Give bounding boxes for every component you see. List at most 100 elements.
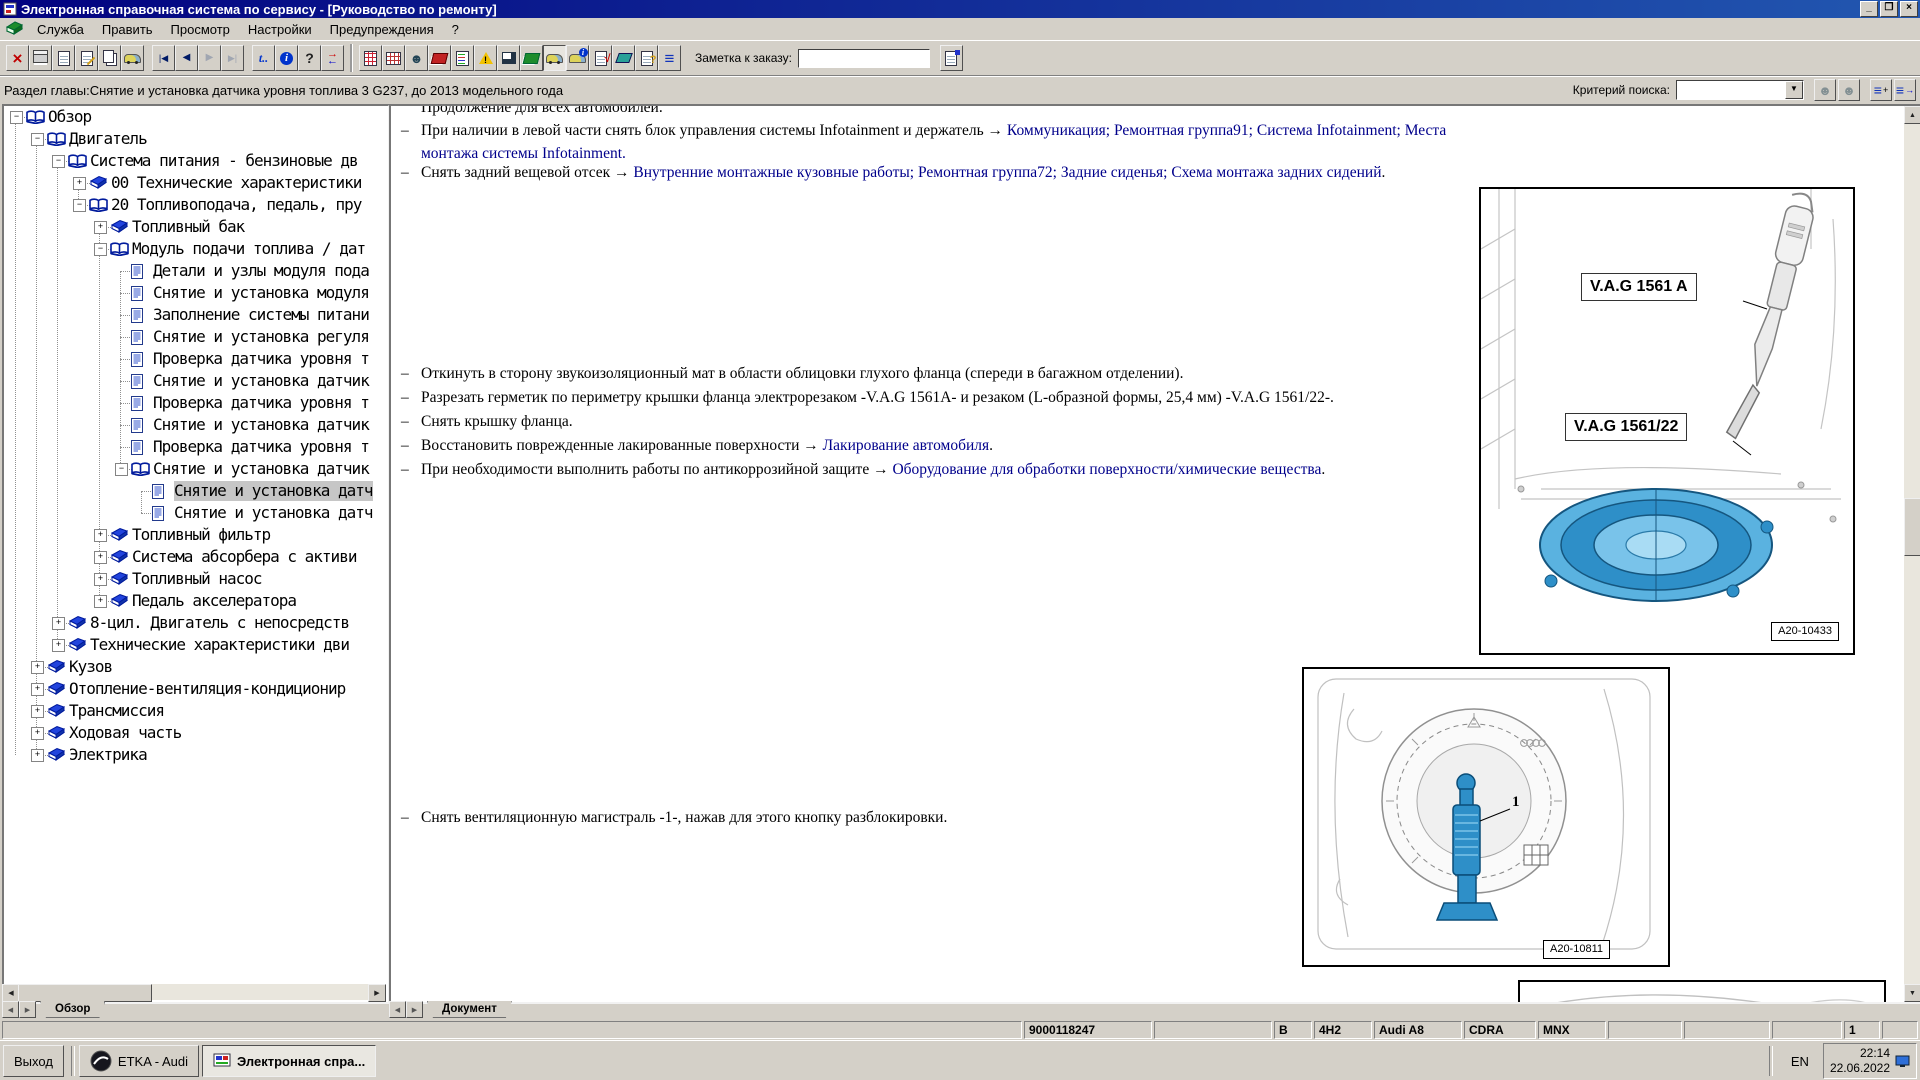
tree-item-label[interactable]: Двигатель — [69, 129, 147, 149]
taskbar-etka-button[interactable]: ETKA - Audi — [79, 1045, 199, 1077]
exit-document-button[interactable] — [6, 45, 29, 71]
last-page-button[interactable] — [221, 45, 244, 71]
doc-tab-scroll-left-icon[interactable]: ◀ — [389, 1001, 406, 1018]
language-indicator[interactable]: EN — [1785, 1054, 1815, 1069]
tree-scroll-thumb[interactable] — [18, 984, 152, 1002]
restore-button[interactable]: ❐ — [1880, 1, 1898, 17]
tree-item-label[interactable]: Ходовая часть — [69, 723, 181, 743]
text-lines-button[interactable] — [658, 45, 681, 71]
previous-page-button[interactable] — [175, 45, 198, 71]
menu-настройки[interactable]: Настройки — [239, 20, 321, 39]
menu-служба[interactable]: Служба — [28, 20, 93, 39]
doc-link[interactable]: монтажа системы Infotainment. — [421, 145, 626, 162]
tree-item-label[interactable]: Система питания - бензиновые дв — [90, 151, 358, 171]
find-person-button[interactable] — [1814, 79, 1836, 101]
expand-icon[interactable]: + — [94, 573, 107, 586]
tree-item-label[interactable]: Снятие и установка датч — [174, 503, 373, 523]
first-page-button[interactable] — [152, 45, 175, 71]
tree-item-label[interactable]: Кузов — [69, 657, 112, 677]
doc-link[interactable]: Внутренние монтажные кузовные работы; Ре… — [633, 164, 1381, 181]
warnings-button[interactable] — [474, 45, 497, 71]
tree-item-label[interactable]: Заполнение системы питани — [153, 305, 369, 325]
tree-item-label[interactable]: Детали и узлы модуля пода — [153, 261, 369, 281]
tree-item-label[interactable]: 20 Топливоподача, педаль, пру — [111, 195, 361, 215]
tree-item-label[interactable]: Электрика — [69, 745, 147, 765]
tree-item-label[interactable]: Система абсорбера с активи — [132, 547, 356, 567]
manuals-button[interactable] — [520, 45, 543, 71]
tree-item-label[interactable]: Технические характеристики дви — [90, 635, 349, 655]
vehicle-data-button[interactable] — [121, 45, 144, 71]
expand-icon[interactable]: + — [31, 749, 44, 762]
tree-item-label[interactable]: Проверка датчика уровня т — [153, 437, 369, 457]
edit-document-button[interactable] — [75, 45, 98, 71]
exit-button[interactable]: Выход — [3, 1045, 64, 1077]
doc-link[interactable]: Коммуникация; Ремонтная группа91; Систем… — [1007, 122, 1446, 139]
tab-scroll-left-icon[interactable]: ◀ — [2, 1001, 19, 1018]
vehicle-view-button[interactable] — [543, 45, 566, 71]
tree-item-label[interactable]: 00 Технические характеристики — [111, 173, 361, 193]
component-locations-button[interactable] — [382, 45, 405, 71]
tab-document[interactable]: Документ — [427, 1001, 512, 1018]
chevron-down-icon[interactable]: ▼ — [1785, 81, 1803, 99]
minimize-button[interactable]: _ — [1860, 1, 1878, 17]
tree-item-label[interactable]: Обзор — [48, 107, 91, 127]
scroll-up-icon[interactable]: ▲ — [1904, 106, 1920, 124]
list-go-button[interactable] — [1894, 79, 1916, 101]
tree-item-label[interactable]: Педаль акселератора — [132, 591, 296, 611]
document-info-button[interactable] — [275, 45, 298, 71]
tab-overview[interactable]: Обзор — [40, 1001, 105, 1018]
tree-item-label[interactable]: Трансмиссия — [69, 701, 164, 721]
document-help-button[interactable] — [635, 45, 658, 71]
document-vertical-scrollbar[interactable]: ▲ ▼ — [1904, 106, 1920, 1002]
next-page-button[interactable] — [198, 45, 221, 71]
tree-item-label[interactable]: Снятие и установка датчик — [153, 415, 369, 435]
tree-item-label[interactable]: Топливный фильтр — [132, 525, 270, 545]
monitor-note-button[interactable] — [497, 45, 520, 71]
document-scroll-thumb[interactable] — [1904, 498, 1920, 556]
search-criteria-combobox[interactable]: ▼ — [1676, 80, 1804, 100]
tree-item-label[interactable]: Проверка датчика уровня т — [153, 393, 369, 413]
menu-править[interactable]: Править — [93, 20, 162, 39]
copy-documents-button[interactable] — [98, 45, 121, 71]
tree-item-label[interactable]: Модуль подачи топлива / дат — [132, 239, 365, 259]
collapse-icon[interactable]: − — [52, 155, 65, 168]
expand-icon[interactable]: + — [31, 661, 44, 674]
find-person-2-button[interactable] — [1838, 79, 1860, 101]
note-go-button[interactable] — [940, 45, 963, 71]
taskbar-elsa-button[interactable]: Электронная спра... — [202, 1045, 376, 1077]
tray-clock[interactable]: 22:14 22.06.2022 — [1823, 1043, 1917, 1079]
tree-item-label[interactable]: Снятие и установка датчик — [153, 459, 369, 479]
collapse-icon[interactable]: − — [10, 111, 23, 124]
order-note-input[interactable] — [798, 49, 930, 68]
menu-?[interactable]: ? — [443, 20, 468, 39]
tree-item-label[interactable]: Отопление-вентиляция-кондиционир — [69, 679, 345, 699]
tree-item-label[interactable]: 8-цил. Двигатель с непосредств — [90, 613, 349, 633]
menu-просмотр[interactable]: Просмотр — [162, 20, 239, 39]
equipment-button[interactable] — [612, 45, 635, 71]
document-list-button[interactable] — [451, 45, 474, 71]
expand-icon[interactable]: + — [73, 177, 86, 190]
customer-data-button[interactable] — [405, 45, 428, 71]
collapse-icon[interactable]: − — [115, 463, 128, 476]
tree-item-label[interactable]: Снятие и установка регуля — [153, 327, 369, 347]
scroll-down-icon[interactable]: ▼ — [1904, 984, 1920, 1002]
search-criteria-input[interactable] — [1677, 81, 1785, 99]
tree-item-label[interactable]: Проверка датчика уровня т — [153, 349, 369, 369]
new-document-button[interactable] — [52, 45, 75, 71]
switch-view-button[interactable] — [321, 45, 344, 71]
tree-horizontal-scrollbar[interactable]: ◀ ▶ — [2, 984, 386, 1000]
expand-icon[interactable]: + — [31, 705, 44, 718]
expand-icon[interactable]: + — [52, 639, 65, 652]
tree-item-label[interactable]: Топливный бак — [132, 217, 244, 237]
checklist-button[interactable] — [589, 45, 612, 71]
doc-link[interactable]: Оборудование для обработки поверхности/х… — [892, 461, 1321, 478]
collapse-icon[interactable]: − — [94, 243, 107, 256]
expand-icon[interactable]: + — [94, 595, 107, 608]
tree-item-label[interactable]: Снятие и установка датчик — [153, 371, 369, 391]
tab-scroll-right-icon[interactable]: ▶ — [19, 1001, 36, 1018]
help-button[interactable] — [298, 45, 321, 71]
scroll-right-icon[interactable]: ▶ — [368, 984, 386, 1002]
doc-link[interactable]: Лакирование автомобиля — [823, 437, 990, 454]
tree-item-label[interactable]: Снятие и установка модуля — [153, 283, 369, 303]
collapse-icon[interactable]: − — [31, 133, 44, 146]
